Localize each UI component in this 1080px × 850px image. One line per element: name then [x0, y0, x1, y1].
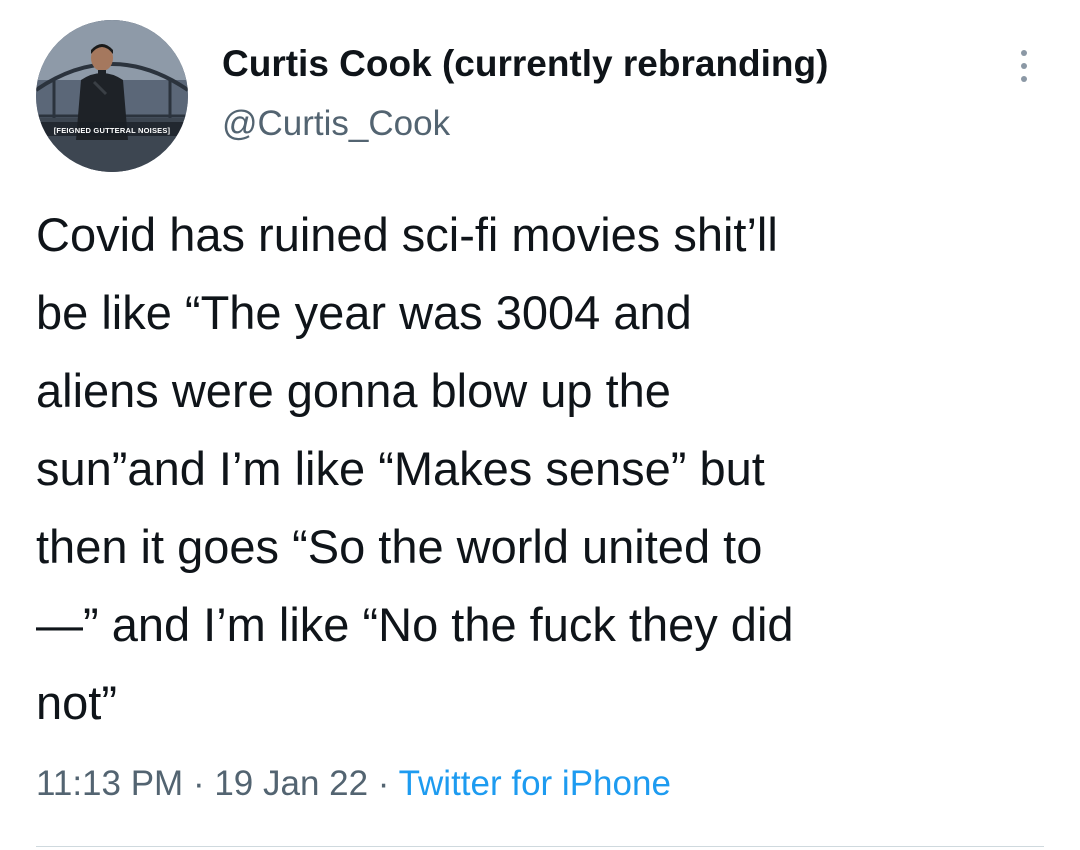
avatar[interactable]: [FEIGNED GUTTERAL NOISES]: [36, 20, 188, 172]
tweet-source-link[interactable]: Twitter for iPhone: [399, 764, 671, 803]
tweet-date[interactable]: 19 Jan 22: [214, 764, 368, 803]
user-handle[interactable]: @Curtis_Cook: [222, 102, 450, 146]
meta-separator: ·: [183, 764, 215, 803]
tweet-text: Covid has ruined sci-fi movies shit’ll b…: [36, 208, 794, 729]
tweet: [FEIGNED GUTTERAL NOISES] Curtis Cook (c…: [0, 0, 1080, 850]
avatar-photo: [36, 20, 188, 172]
divider: [36, 846, 1044, 847]
meta-separator: ·: [368, 764, 399, 803]
tweet-meta: 11:13 PM · 19 Jan 22 · Twitter for iPhon…: [36, 762, 671, 806]
more-vertical-icon[interactable]: [1004, 44, 1044, 88]
display-name[interactable]: Curtis Cook (currently rebranding): [222, 42, 828, 86]
tweet-time[interactable]: 11:13 PM: [36, 764, 183, 803]
avatar-caption: [FEIGNED GUTTERAL NOISES]: [53, 126, 171, 135]
